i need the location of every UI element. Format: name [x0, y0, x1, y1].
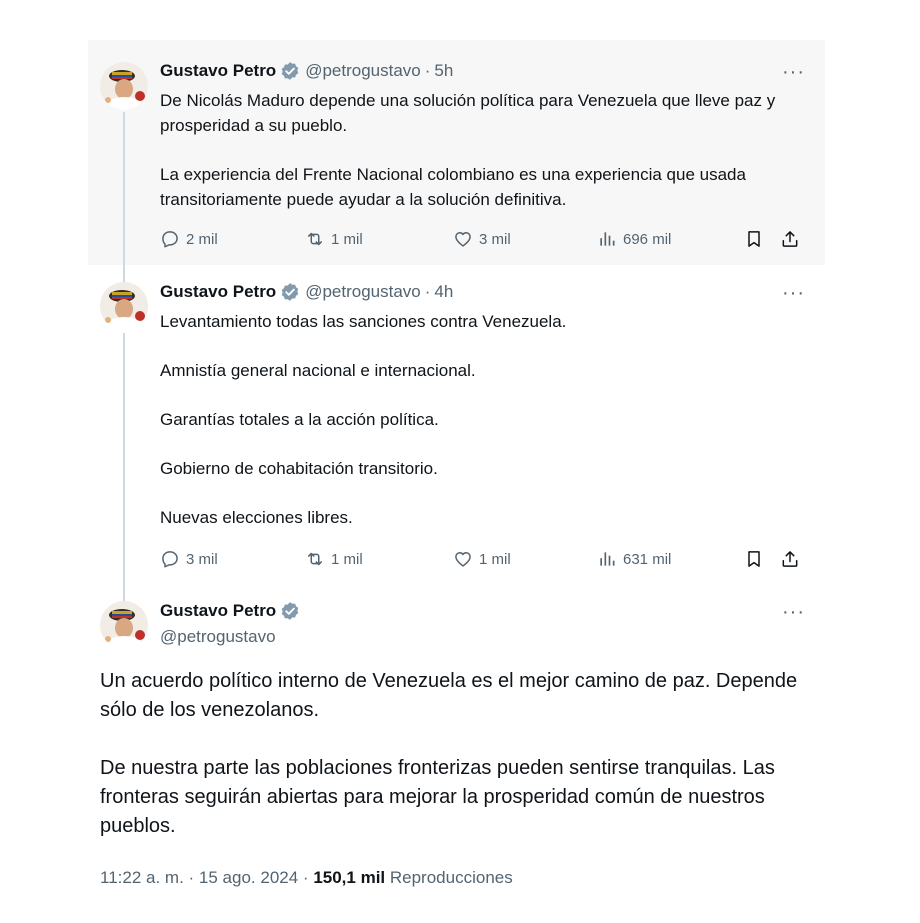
- repost-icon: [305, 229, 325, 249]
- tweet-paragraph: De nuestra parte las poblaciones fronter…: [100, 757, 775, 837]
- tweet-paragraph: Gobierno de cohabitación transitorio.: [160, 459, 438, 478]
- author-handle[interactable]: @petrogustavo: [305, 282, 421, 302]
- separator-dot: ·: [424, 61, 431, 80]
- reply-button[interactable]: 2 mil: [160, 229, 218, 249]
- separator-dot: ·: [188, 868, 199, 887]
- tweet-text: Un acuerdo político interno de Venezuela…: [100, 667, 800, 841]
- reply-icon: [160, 549, 180, 569]
- tweet-actions: 3 mil 1 mil 1 mil 631 mil: [160, 549, 810, 571]
- thread-line: [123, 333, 125, 601]
- tweet-paragraph: Levantamiento todas las sanciones contra…: [160, 312, 567, 331]
- more-options-icon[interactable]: ···: [782, 62, 805, 82]
- tweet-paragraph: De Nicolás Maduro depende una solución p…: [160, 91, 776, 135]
- tweet-text: De Nicolás Maduro depende una solución p…: [160, 88, 810, 212]
- tweet-paragraph: Un acuerdo político interno de Venezuela…: [100, 670, 798, 721]
- tweet-meta: 11:22 a. m. · 15 ago. 2024 · 150,1 mil R…: [100, 868, 513, 888]
- tweet-paragraph: Garantías totales a la acción política.: [160, 410, 439, 429]
- views-count: 696 mil: [623, 230, 672, 248]
- reply-icon: [160, 229, 180, 249]
- repost-button[interactable]: 1 mil: [305, 229, 363, 249]
- views-count: 631 mil: [623, 550, 672, 568]
- thread-line: [123, 112, 125, 282]
- repost-count: 1 mil: [331, 230, 363, 248]
- author-handle[interactable]: @petrogustavo: [305, 61, 421, 81]
- views-button[interactable]: 631 mil: [597, 549, 671, 569]
- like-button[interactable]: 1 mil: [453, 549, 511, 569]
- tweet-text: Levantamiento todas las sanciones contra…: [160, 309, 810, 530]
- author-name[interactable]: Gustavo Petro: [160, 282, 276, 302]
- like-button[interactable]: 3 mil: [453, 229, 511, 249]
- author-name[interactable]: Gustavo Petro: [160, 61, 276, 81]
- avatar[interactable]: [100, 601, 148, 649]
- tweet-actions: 2 mil 1 mil 3 mil 696 mil: [160, 229, 810, 251]
- tweet-date[interactable]: 15 ago. 2024: [199, 868, 298, 887]
- tweet-time[interactable]: 11:22 a. m.: [100, 868, 184, 887]
- verified-badge-icon: [280, 601, 300, 621]
- share-icon[interactable]: [780, 229, 800, 249]
- tweet-header: Gustavo Petro @petrogustavo · 5h: [160, 61, 453, 81]
- share-icon[interactable]: [780, 549, 800, 569]
- repost-button[interactable]: 1 mil: [305, 549, 363, 569]
- bookmark-icon[interactable]: [744, 549, 764, 569]
- bookmark-icon[interactable]: [744, 229, 764, 249]
- repost-icon: [305, 549, 325, 569]
- verified-badge-icon: [280, 61, 300, 81]
- reply-count: 3 mil: [186, 550, 218, 568]
- reply-count: 2 mil: [186, 230, 218, 248]
- tweet-time[interactable]: 4h: [434, 282, 453, 302]
- more-options-icon[interactable]: ···: [782, 602, 805, 622]
- author-name[interactable]: Gustavo Petro: [160, 601, 276, 621]
- tweet-header: Gustavo Petro: [160, 601, 300, 621]
- avatar[interactable]: [100, 62, 148, 110]
- tweet-paragraph: Amnistía general nacional e internaciona…: [160, 361, 476, 380]
- views-button[interactable]: 696 mil: [597, 229, 671, 249]
- views-label: Reproducciones: [389, 868, 513, 887]
- like-icon: [453, 229, 473, 249]
- tweet-header: Gustavo Petro @petrogustavo · 4h: [160, 282, 453, 302]
- tweet-paragraph: La experiencia del Frente Nacional colom…: [160, 165, 746, 209]
- reply-button[interactable]: 3 mil: [160, 549, 218, 569]
- like-icon: [453, 549, 473, 569]
- views-icon: [597, 549, 617, 569]
- views-icon: [597, 229, 617, 249]
- repost-count: 1 mil: [331, 550, 363, 568]
- separator-dot: ·: [302, 868, 314, 887]
- more-options-icon[interactable]: ···: [782, 283, 805, 303]
- like-count: 3 mil: [479, 230, 511, 248]
- like-count: 1 mil: [479, 550, 511, 568]
- tweet-time[interactable]: 5h: [434, 61, 453, 81]
- author-handle[interactable]: @petrogustavo: [160, 627, 276, 647]
- separator-dot: ·: [424, 282, 431, 301]
- tweet-paragraph: Nuevas elecciones libres.: [160, 508, 353, 527]
- views-count: 150,1 mil: [313, 868, 386, 887]
- verified-badge-icon: [280, 282, 300, 302]
- avatar[interactable]: [100, 282, 148, 330]
